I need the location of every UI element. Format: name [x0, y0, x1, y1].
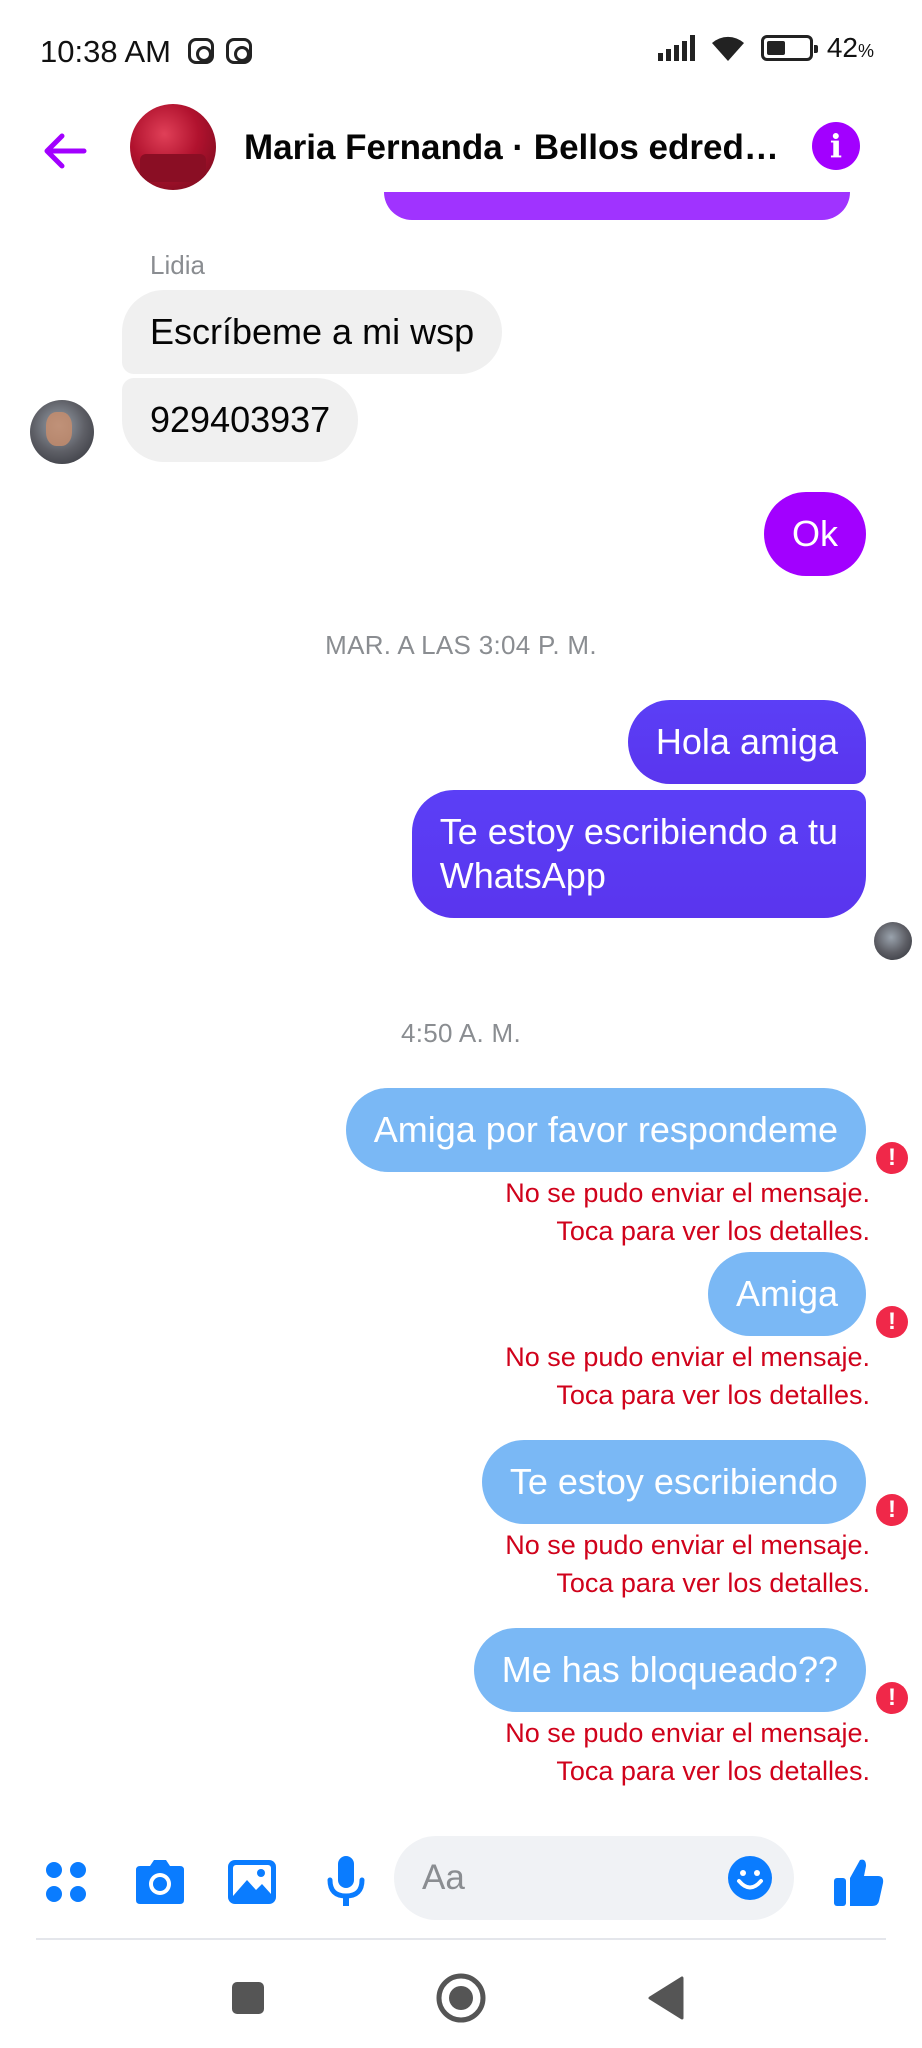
- error-icon[interactable]: !: [876, 1494, 908, 1526]
- error-icon[interactable]: !: [876, 1682, 908, 1714]
- outgoing-message[interactable]: Hola amiga: [627, 700, 866, 784]
- message-bubble-partial[interactable]: [384, 192, 850, 220]
- error-icon[interactable]: !: [876, 1306, 908, 1338]
- sender-name: Lidia: [150, 250, 205, 280]
- send-error-line: No se pudo enviar el mensaje.: [505, 1342, 870, 1372]
- error-icon[interactable]: !: [876, 1142, 908, 1174]
- send-error-notice[interactable]: No se pudo enviar el mensaje. Toca para …: [505, 1338, 870, 1414]
- failed-message[interactable]: Amiga por favor respondeme: [345, 1088, 866, 1172]
- failed-message[interactable]: Amiga: [707, 1252, 866, 1336]
- send-error-line: No se pudo enviar el mensaje.: [505, 1718, 870, 1748]
- message-input-container[interactable]: [394, 1836, 794, 1920]
- battery-level: 42%: [826, 32, 874, 63]
- send-error-notice[interactable]: No se pudo enviar el mensaje. Toca para …: [505, 1526, 870, 1602]
- contact-avatar[interactable]: [130, 104, 216, 190]
- send-error-line: Toca para ver los detalles.: [556, 1380, 870, 1410]
- instagram-icon: [188, 38, 214, 64]
- send-error-line: Toca para ver los detalles.: [556, 1568, 870, 1598]
- outgoing-message[interactable]: Ok: [763, 492, 866, 576]
- back-arrow-icon[interactable]: [40, 126, 90, 176]
- conversation-title[interactable]: Maria Fernanda · Bellos edredones: [244, 128, 784, 168]
- emoji-icon[interactable]: [726, 1854, 774, 1902]
- status-bar: 10:38 AM 42%: [0, 0, 922, 104]
- send-error-line: Toca para ver los detalles.: [556, 1756, 870, 1786]
- incoming-message[interactable]: Escríbeme a mi wsp: [122, 290, 503, 374]
- info-icon[interactable]: i: [812, 122, 860, 170]
- system-nav-bar: [0, 1940, 922, 2048]
- send-error-line: Toca para ver los detalles.: [556, 1216, 870, 1246]
- read-receipt-avatar: [874, 922, 912, 960]
- incoming-message[interactable]: 929403937: [122, 378, 359, 462]
- send-error-line: No se pudo enviar el mensaje.: [505, 1530, 870, 1560]
- send-error-notice[interactable]: No se pudo enviar el mensaje. Toca para …: [505, 1714, 870, 1790]
- send-error-line: No se pudo enviar el mensaje.: [505, 1178, 870, 1208]
- battery-icon: [760, 35, 818, 61]
- message-composer: [0, 1832, 922, 1932]
- status-indicators: 42%: [657, 32, 874, 64]
- thumbs-up-icon[interactable]: [828, 1852, 888, 1912]
- timestamp: 4:50 A. M.: [400, 1018, 522, 1048]
- outgoing-message[interactable]: Te estoy escribiendo a tu WhatsApp: [411, 790, 866, 918]
- camera-icon[interactable]: [130, 1852, 190, 1912]
- apps-icon[interactable]: [36, 1852, 96, 1912]
- home-button[interactable]: [433, 1970, 489, 2026]
- instagram-icon: [226, 38, 252, 64]
- sender-avatar[interactable]: [30, 400, 94, 464]
- gallery-icon[interactable]: [222, 1852, 282, 1912]
- signal-icon: [657, 35, 695, 61]
- microphone-icon[interactable]: [316, 1852, 376, 1912]
- failed-message[interactable]: Te estoy escribiendo: [481, 1440, 866, 1524]
- message-line: WhatsApp: [439, 855, 606, 896]
- back-button[interactable]: [640, 1970, 696, 2026]
- wifi-icon: [711, 36, 744, 61]
- message-input[interactable]: [422, 1854, 722, 1902]
- message-line: Te estoy escribiendo a tu: [439, 811, 838, 852]
- failed-message[interactable]: Me has bloqueado??: [473, 1628, 866, 1712]
- send-error-notice[interactable]: No se pudo enviar el mensaje. Toca para …: [505, 1174, 870, 1250]
- recents-button[interactable]: [220, 1970, 276, 2026]
- status-time: 10:38 AM: [40, 34, 171, 69]
- timestamp: MAR. A LAS 3:04 P. M.: [325, 630, 597, 660]
